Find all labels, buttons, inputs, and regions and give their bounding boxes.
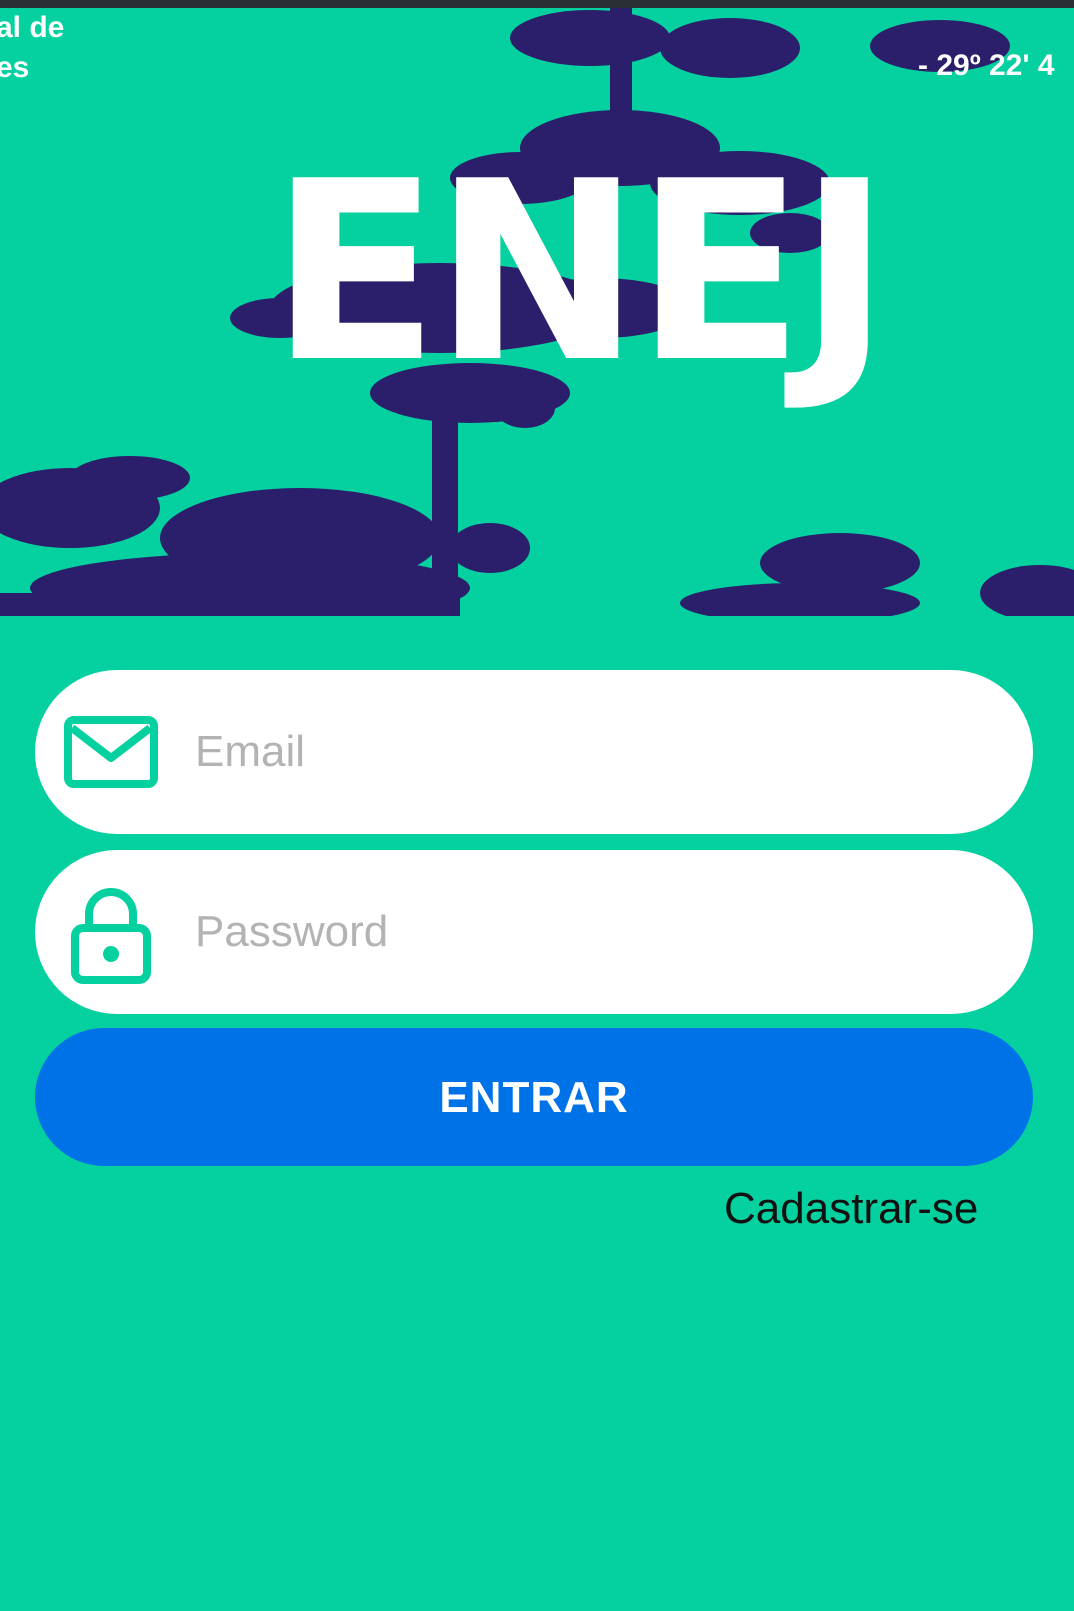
password-input[interactable] (195, 890, 975, 974)
mail-icon (63, 710, 159, 794)
lock-icon (63, 884, 159, 984)
hero-corner-text-right: - 29º 22' 4 (918, 49, 1055, 82)
login-button[interactable]: ENTRAR (35, 1028, 1033, 1166)
hero-banner: al de es - 29º 22' 4 ENEJ (0, 8, 1074, 616)
register-link[interactable]: Cadastrar-se (724, 1184, 978, 1234)
hero-corner-text-left: al de es (0, 11, 65, 84)
status-bar (0, 0, 1074, 8)
email-input[interactable] (195, 710, 975, 794)
email-field-container[interactable] (35, 670, 1033, 834)
password-field-container[interactable] (35, 850, 1033, 1014)
app-logo: ENEJ (270, 129, 891, 417)
